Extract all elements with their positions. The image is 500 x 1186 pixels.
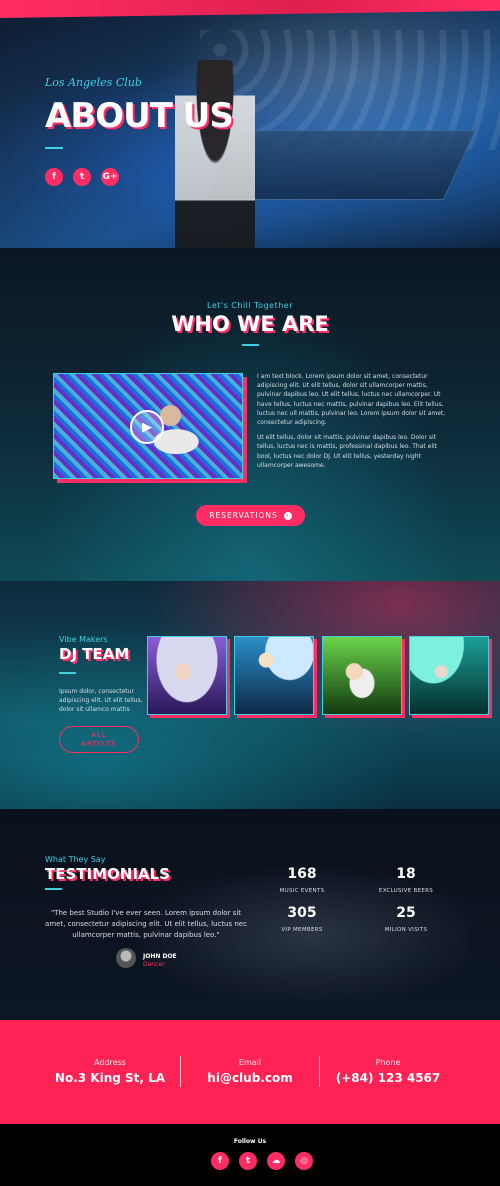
twitter-icon[interactable]: t xyxy=(239,1152,257,1170)
who-title-underline xyxy=(242,344,259,346)
footer: Follow Us f t ☁ ◎ xyxy=(0,1124,500,1186)
stat-vip-members: 305 VIP MEMBERS xyxy=(242,905,362,933)
all-artists-button-label: ALL ARTISTS xyxy=(81,731,117,749)
stat-value: 25 xyxy=(396,905,416,921)
stat-label: VIP MEMBERS xyxy=(281,927,323,933)
testimonial-author-name: JOHN DOE xyxy=(143,953,177,960)
testimonials-eyebrow: What They Say xyxy=(45,855,106,864)
contact-phone-label: Phone xyxy=(375,1058,401,1067)
contact-section: Address No.3 King St, LA Email hi@club.c… xyxy=(0,1020,500,1124)
testimonials-title: TESTIMONIALS xyxy=(45,865,170,883)
hero-top-stripe xyxy=(0,0,500,18)
hero-dj-figure-image xyxy=(175,60,255,248)
testimonials-title-underline xyxy=(45,888,62,890)
contact-email-link[interactable]: hi@club.com xyxy=(175,1071,325,1085)
chevron-right-icon: › xyxy=(283,511,292,520)
team-eyebrow: Vibe Makers xyxy=(59,635,108,644)
testimonial-quote: "The best Studio I've ever seen. Lorem i… xyxy=(45,909,247,939)
dj-photo-3[interactable] xyxy=(322,636,402,715)
contact-email-label: Email xyxy=(238,1058,262,1067)
all-artists-button[interactable]: ALL ARTISTS xyxy=(59,726,139,753)
hero-title-underline xyxy=(45,147,63,149)
who-eyebrow: Let's Chill Together xyxy=(207,301,293,310)
who-description: I am text block. Lorem ipsum dolor sit a… xyxy=(257,372,447,470)
contact-email: Email hi@club.com xyxy=(175,1058,325,1085)
twitter-icon[interactable]: t xyxy=(73,168,91,186)
stat-value: 18 xyxy=(396,866,416,882)
page-title: ABOUT US xyxy=(45,96,234,136)
who-paragraph-1: I am text block. Lorem ipsum dolor sit a… xyxy=(257,373,446,427)
who-title: WHO WE ARE xyxy=(171,312,329,336)
about-video-thumbnail[interactable]: ▶ xyxy=(53,373,243,479)
dj-photo-1[interactable] xyxy=(147,636,227,715)
facebook-icon[interactable]: f xyxy=(45,168,63,186)
avatar xyxy=(116,948,136,968)
dj-photo-4[interactable] xyxy=(409,636,489,715)
team-title: DJ TEAM xyxy=(59,645,130,663)
stat-value: 168 xyxy=(287,866,317,882)
stat-million-visits: 25 MILION VISITS xyxy=(346,905,466,933)
all-artists-line-1: ALL xyxy=(91,730,107,739)
all-artists-line-2: ARTISTS xyxy=(81,739,117,748)
stat-exclusive-beers: 18 EXCLUSIVE BEERS xyxy=(346,866,466,894)
stat-music-events: 168 MUSIC EVENTS xyxy=(242,866,362,894)
stat-label: MUSIC EVENTS xyxy=(279,888,325,894)
hero-social-links: f t G+ xyxy=(45,168,119,186)
follow-us-label: Follow Us xyxy=(233,1138,267,1145)
who-we-are-section: Let's Chill Together WHO WE ARE ▶ I am t… xyxy=(0,248,500,581)
testimonials-section: What They Say TESTIMONIALS "The best Stu… xyxy=(0,809,500,1020)
dj-photo-2[interactable] xyxy=(234,636,314,715)
stat-value: 305 xyxy=(287,905,317,921)
contact-address-value: No.3 King St, LA xyxy=(54,1071,166,1085)
dj-team-section: Vibe Makers DJ TEAM Ipsum dolor, consect… xyxy=(0,581,500,809)
contact-phone: Phone (+84) 123 4567 xyxy=(313,1058,463,1085)
stat-label: EXCLUSIVE BEERS xyxy=(378,888,434,894)
who-paragraph-2: Ut elit tellus, dolor sit mattis, pulvin… xyxy=(257,434,438,469)
team-description: Ipsum dolor, consectetur adipiscing elit… xyxy=(59,688,143,713)
hero-section: Los Angeles Club ABOUT US f t G+ xyxy=(0,0,500,248)
hero-subtitle: Los Angeles Club xyxy=(45,76,142,89)
contact-address: Address No.3 King St, LA xyxy=(35,1058,185,1085)
footer-social-links: f t ☁ ◎ xyxy=(211,1152,313,1170)
reservations-button[interactable]: RESERVATIONS › xyxy=(196,505,305,526)
contact-phone-link[interactable]: (+84) 123 4567 xyxy=(313,1071,463,1085)
contact-address-label: Address xyxy=(94,1058,126,1067)
testimonial-author-role: Dancer xyxy=(143,961,165,968)
instagram-icon[interactable]: ◎ xyxy=(295,1152,313,1170)
facebook-icon[interactable]: f xyxy=(211,1152,229,1170)
play-icon[interactable]: ▶ xyxy=(130,410,164,444)
team-title-underline xyxy=(59,672,76,674)
reservations-button-label: RESERVATIONS xyxy=(209,511,278,520)
stat-label: MILION VISITS xyxy=(384,927,428,933)
soundcloud-icon[interactable]: ☁ xyxy=(267,1152,285,1170)
google-plus-icon[interactable]: G+ xyxy=(101,168,119,186)
